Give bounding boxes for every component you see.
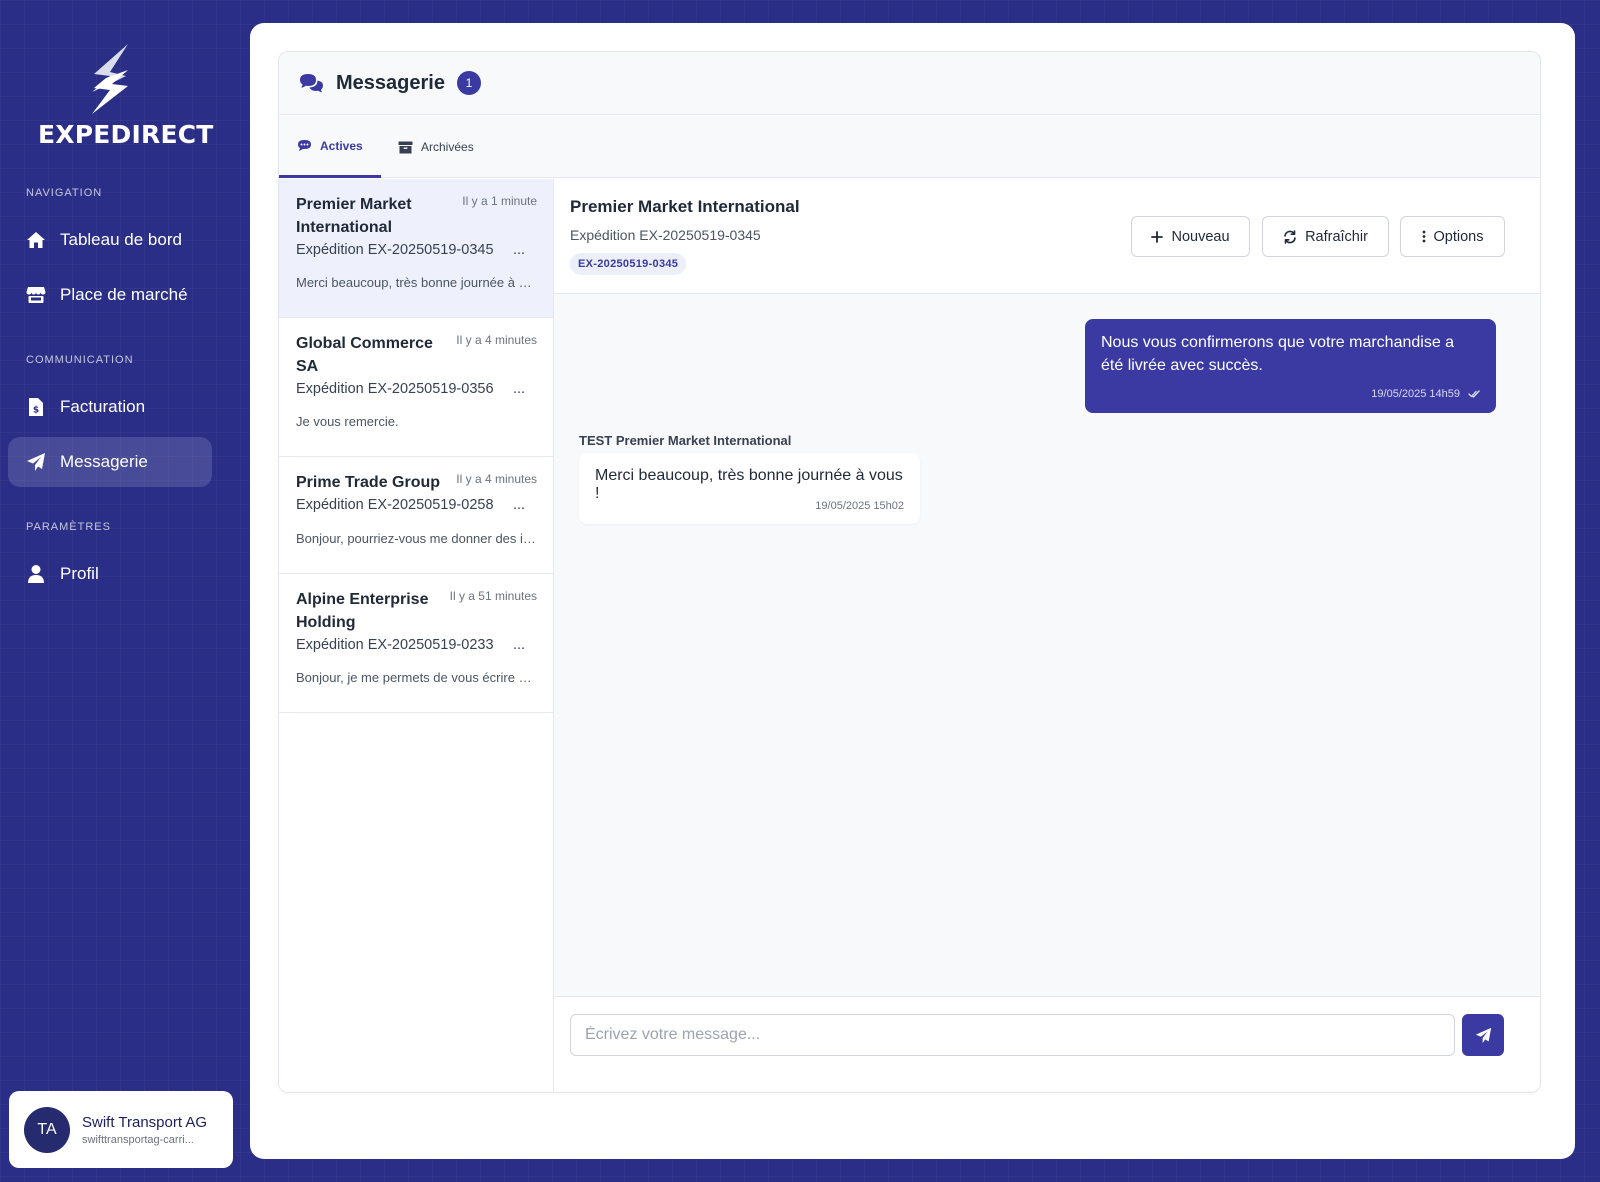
avatar: TA [24, 1106, 70, 1153]
shipment-text: Expédition EX-20250519-0345 [296, 242, 494, 258]
conversation-header: Premier Market International Expédition … [554, 179, 1540, 294]
message-input[interactable] [570, 1014, 1455, 1056]
conversation-item[interactable]: Premier Market International Il y a 1 mi… [279, 179, 553, 318]
section-label-navigation: NAVIGATION [26, 187, 103, 199]
user-info: Swift Transport AG swifttransportag-carr… [82, 1114, 216, 1146]
options-button[interactable]: Options [1400, 216, 1505, 257]
sidebar-item-label: Messagerie [60, 452, 148, 471]
conversation-detail: Premier Market International Expédition … [554, 179, 1540, 1092]
sidebar-item-label: Tableau de bord [60, 230, 182, 249]
messaging-card: Messagerie 1 Actives Archivées Premier M… [278, 51, 1541, 1093]
conversation-preview: Je vous remercie. [296, 414, 399, 429]
ellipsis: ... [513, 381, 526, 397]
sidebar-item-messaging[interactable]: Messagerie [8, 437, 212, 487]
user-name: Swift Transport AG [82, 1113, 208, 1131]
user-email: swifttransportag-carri... [82, 1133, 194, 1146]
sidebar-item-profile[interactable]: Profil [8, 549, 212, 599]
home-icon [26, 230, 46, 250]
sidebar-item-dashboard[interactable]: Tableau de bord [8, 215, 212, 265]
conversation-name: Alpine Enterprise Holding [296, 591, 429, 631]
button-label: Rafraîchir [1305, 228, 1368, 245]
shipment-text: Expédition EX-20250519-0233 [296, 637, 494, 653]
conversation-preview: Bonjour, pourriez-vous me donner des inf… [296, 531, 536, 546]
user-card[interactable]: TA Swift Transport AG swifttransportag-c… [9, 1091, 233, 1168]
send-button[interactable] [1462, 1014, 1504, 1056]
conversation-preview: Merci beaucoup, très bonne journée à vou… [296, 275, 536, 290]
sidebar-item-label: Place de marché [60, 285, 188, 304]
brand-logo[interactable]: EXPEDIRECT [38, 44, 214, 149]
conversation-shipment: Expédition EX-20250519-0258 ... [296, 497, 536, 513]
tab-label: Archivées [421, 140, 474, 154]
new-button[interactable]: Nouveau [1131, 216, 1250, 257]
vertical-dots-icon [1422, 230, 1426, 243]
sidebar-item-billing[interactable]: $ Facturation [8, 382, 212, 432]
tabs-bar: Actives Archivées [279, 116, 1540, 178]
button-label: Options [1433, 228, 1484, 245]
message-composer [554, 996, 1540, 1092]
chat-icon [297, 139, 312, 152]
conversation-preview: Bonjour, je me permets de vous écrire co… [296, 670, 536, 685]
conversation-time: Il y a 4 minutes [456, 472, 537, 486]
chat-bubbles-icon [299, 73, 324, 93]
shipment-tag[interactable]: EX-20250519-0345 [570, 253, 687, 275]
section-label-communication: COMMUNICATION [26, 354, 134, 366]
conversation-item[interactable]: Alpine Enterprise Holding Il y a 51 minu… [279, 574, 553, 713]
sidebar: EXPEDIRECT NAVIGATION Tableau de bord Pl… [0, 0, 250, 1182]
paper-plane-icon [26, 452, 46, 472]
page-title: Messagerie [336, 71, 445, 94]
conversation-time: Il y a 1 minute [462, 194, 537, 208]
incoming-message: Merci beaucoup, très bonne journée à vou… [579, 453, 920, 524]
message-timestamp: 19/05/2025 15h02 [815, 500, 904, 512]
message-timestamp: 19/05/2025 14h59 [1371, 388, 1460, 400]
refresh-icon [1283, 229, 1297, 244]
ellipsis: ... [513, 242, 526, 258]
sidebar-item-marketplace[interactable]: Place de marché [8, 270, 212, 320]
paper-plane-icon [1475, 1027, 1491, 1043]
svg-text:$: $ [33, 406, 39, 416]
conversation-name: Premier Market International [296, 196, 412, 236]
conversation-item[interactable]: Prime Trade Group Il y a 4 minutes Expéd… [279, 457, 553, 574]
ellipsis: ... [513, 497, 526, 513]
conversation-name: Prime Trade Group [296, 474, 441, 491]
conversation-time: Il y a 51 minutes [449, 589, 537, 603]
conversation-name: Global Commerce SA [296, 335, 433, 375]
conversation-list: Premier Market International Il y a 1 mi… [279, 179, 554, 1092]
archive-icon [398, 141, 413, 154]
conversation-item[interactable]: Global Commerce SA Il y a 4 minutes Expé… [279, 318, 553, 457]
section-label-settings: PARAMÈTRES [26, 521, 111, 533]
conversation-title: Premier Market International [570, 197, 800, 216]
refresh-button[interactable]: Rafraîchir [1262, 216, 1389, 257]
message-meta: 19/05/2025 14h59 [1371, 388, 1480, 400]
conversation-subtitle: Expédition EX-20250519-0345 [570, 227, 761, 243]
conversation-shipment: Expédition EX-20250519-0233 ... [296, 637, 536, 653]
invoice-icon: $ [26, 397, 46, 417]
message-sender: TEST Premier Market International [579, 433, 792, 448]
button-label: Nouveau [1171, 228, 1230, 245]
sidebar-item-label: Profil [60, 564, 99, 583]
user-icon [26, 564, 46, 584]
shipment-text: Expédition EX-20250519-0258 [296, 497, 494, 513]
unread-count-badge: 1 [456, 71, 481, 95]
double-check-icon [1468, 390, 1480, 398]
card-header: Messagerie 1 [279, 52, 1540, 115]
brand-name: EXPEDIRECT [38, 120, 214, 149]
store-icon [26, 285, 46, 305]
conversation-shipment: Expédition EX-20250519-0345 ... [296, 242, 536, 258]
tab-archivees[interactable]: Archivées [380, 116, 492, 178]
shipment-text: Expédition EX-20250519-0356 [296, 381, 494, 397]
conversation-shipment: Expédition EX-20250519-0356 ... [296, 381, 536, 397]
tab-label: Actives [320, 138, 363, 153]
conversation-time: Il y a 4 minutes [456, 333, 537, 347]
ellipsis: ... [513, 637, 526, 653]
bolt-logo-icon [92, 44, 128, 114]
sidebar-item-label: Facturation [60, 397, 146, 416]
message-text: Merci beaucoup, très bonne journée à vou… [595, 467, 903, 502]
plus-icon [1151, 230, 1164, 243]
outgoing-message: Nous vous confirmerons que votre marchan… [1085, 319, 1496, 413]
main-panel: Messagerie 1 Actives Archivées Premier M… [250, 23, 1575, 1159]
message-text: Nous vous confirmerons que votre marchan… [1101, 334, 1455, 374]
tab-actives[interactable]: Actives [279, 116, 381, 178]
